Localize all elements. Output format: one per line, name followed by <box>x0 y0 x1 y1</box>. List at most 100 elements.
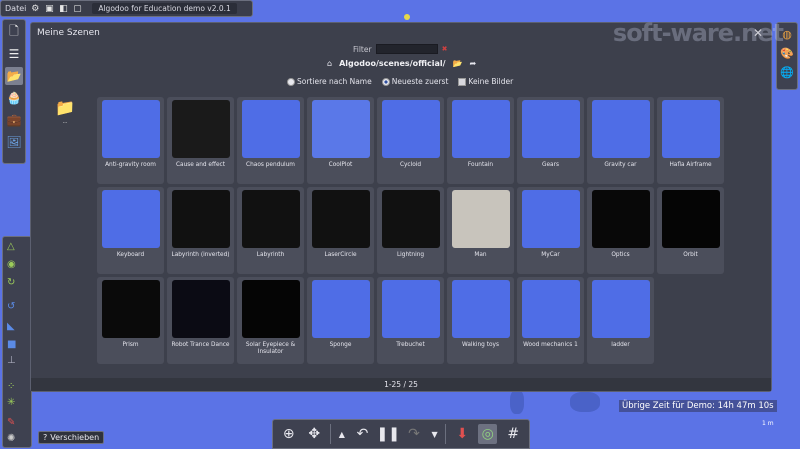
cupcake-icon[interactable]: 🧁 <box>5 89 23 107</box>
gear-tool-icon[interactable]: ✳ <box>7 397 15 408</box>
gear-icon[interactable]: ⚙ <box>30 4 40 14</box>
briefcase-icon[interactable]: 💼 <box>5 111 23 129</box>
current-path: Algodoo/scenes/official/ <box>339 59 446 68</box>
scene-tile[interactable]: Walking toys <box>447 277 514 364</box>
move-icon[interactable]: ✥ <box>305 424 325 444</box>
scene-tile[interactable]: Keyboard <box>97 187 164 274</box>
background-blob <box>404 14 410 20</box>
scene-thumbnail <box>451 100 510 158</box>
palette-icon[interactable]: 🎨 <box>779 45 795 61</box>
filter-input[interactable] <box>375 44 438 54</box>
scene-tile[interactable]: Wood mechanics 1 <box>517 277 584 364</box>
scene-name: ladder <box>611 342 630 348</box>
scene-tile[interactable]: Labyrinth (inverted) <box>167 187 234 274</box>
app-title: Algodoo for Education demo v2.0.1 <box>92 3 237 14</box>
chain-tool-icon[interactable]: ⁘ <box>7 381 15 392</box>
scene-thumbnail <box>171 190 230 248</box>
scene-name: Wood mechanics 1 <box>523 342 578 348</box>
scene-tile[interactable]: Hafla Airframe <box>657 97 724 184</box>
newest-first-radio[interactable] <box>381 77 390 86</box>
undo-icon[interactable]: ↶ <box>353 424 373 444</box>
polygon-tool-icon[interactable]: △ <box>7 241 15 252</box>
new-scene-icon[interactable]: 🗋 <box>5 23 23 41</box>
drag-tool-icon[interactable]: ↺ <box>7 301 15 312</box>
parent-folder[interactable]: 📁 .. <box>51 98 79 125</box>
sort-by-name-radio[interactable] <box>287 77 295 86</box>
box-icon[interactable]: ▢ <box>72 4 82 14</box>
scene-name: CoolPlot <box>328 162 353 168</box>
photo-icon[interactable]: 🖼 <box>5 133 23 151</box>
scene-tile[interactable]: Gravity car <box>587 97 654 184</box>
rotate-tool-icon[interactable]: ↻ <box>7 277 15 288</box>
no-images-checkbox[interactable] <box>458 77 467 86</box>
gravity-icon[interactable]: ⬇ <box>452 424 472 444</box>
scene-tile[interactable]: Chaos pendulum <box>237 97 304 184</box>
scene-thumbnail <box>381 190 440 248</box>
scene-name: Lightning <box>396 252 425 258</box>
file-menu[interactable]: Datei <box>5 4 26 13</box>
clear-filter-icon[interactable]: ✖ <box>442 45 448 53</box>
folder-icon[interactable]: 📂 <box>453 59 463 68</box>
scene-tile[interactable]: Prism <box>97 277 164 364</box>
scene-tile[interactable]: Solar Eyepiece & Insulator <box>237 277 304 364</box>
up-folder-icon: 📁 <box>55 98 75 117</box>
zoom-icon[interactable]: ⊕ <box>279 424 299 444</box>
scene-tile[interactable]: Optics <box>587 187 654 274</box>
scene-tile[interactable]: Cause and effect <box>167 97 234 184</box>
scene-name: Orbit <box>683 252 698 258</box>
laser-tool-icon[interactable]: ✺ <box>7 433 15 444</box>
plane-tool-icon[interactable]: ⊥ <box>7 355 16 366</box>
down-arrow-icon[interactable]: ▼ <box>430 424 440 444</box>
bottom-toolbar: ⊕ ✥ ▲ ↶ ❚❚ ↷ ▼ ⬇ ◎ # <box>272 419 530 449</box>
scene-tile[interactable]: Labyrinth <box>237 187 304 274</box>
scene-tile[interactable]: CoolPlot <box>307 97 374 184</box>
shift-button[interactable]: ? Verschieben <box>38 431 105 444</box>
scene-name: Sponge <box>329 342 352 348</box>
home-icon[interactable]: ⌂ <box>327 59 332 68</box>
scene-name: Fountain <box>467 162 494 168</box>
up-arrow-icon[interactable]: ▲ <box>337 424 347 444</box>
globe-icon[interactable]: 🌐 <box>779 64 795 80</box>
scene-tile[interactable]: Cycloid <box>377 97 444 184</box>
box-tool-icon[interactable]: ■ <box>7 339 16 350</box>
save-icon[interactable]: ▣ <box>44 4 54 14</box>
scene-tile[interactable]: Sponge <box>307 277 374 364</box>
air-friction-icon[interactable]: ◎ <box>477 424 498 444</box>
scale-indicator: 1 m <box>762 420 774 427</box>
scene-tile[interactable]: MyCar <box>517 187 584 274</box>
list-icon[interactable]: ☰ <box>5 45 23 63</box>
circle-tool-icon[interactable]: ◉ <box>7 259 16 270</box>
newest-first-option[interactable]: Neueste zuerst <box>381 77 449 86</box>
window-icon[interactable]: ◧ <box>58 4 68 14</box>
scene-tile[interactable]: Orbit <box>657 187 724 274</box>
pause-icon[interactable]: ❚❚ <box>376 424 399 444</box>
grid-icon[interactable]: # <box>503 424 523 444</box>
newest-first-label: Neueste zuerst <box>391 77 449 86</box>
close-icon[interactable]: ✕ <box>753 26 763 40</box>
no-images-option[interactable]: Keine Bilder <box>458 77 513 86</box>
dialog-title: Meine Szenen <box>37 28 100 38</box>
knife-tool-icon[interactable]: ✎ <box>7 417 15 428</box>
open-folder-icon[interactable]: 📂 <box>5 67 23 85</box>
scene-tile[interactable]: ladder <box>587 277 654 364</box>
spring-tool-icon[interactable]: ◣ <box>7 321 15 332</box>
scene-tile[interactable]: Lightning <box>377 187 444 274</box>
scene-name: Walking toys <box>462 342 499 348</box>
scene-name: Anti-gravity room <box>105 162 156 168</box>
redo-icon[interactable]: ↷ <box>404 424 424 444</box>
sort-by-name-option[interactable]: Sortiere nach Name <box>287 77 372 86</box>
scene-thumbnail <box>241 190 300 248</box>
scene-thumbnail <box>241 100 300 158</box>
scene-tile[interactable]: LaserCircle <box>307 187 374 274</box>
scene-thumbnail <box>101 280 160 338</box>
scene-tile[interactable]: Man <box>447 187 514 274</box>
scene-name: Gears <box>541 162 559 168</box>
scene-tile[interactable]: Gears <box>517 97 584 184</box>
scene-tile[interactable]: Fountain <box>447 97 514 184</box>
scene-thumbnail <box>521 100 580 158</box>
scene-tile[interactable]: Robot Trance Dance <box>167 277 234 364</box>
forward-arrow-icon[interactable]: ➦ <box>470 59 477 68</box>
scene-tile[interactable]: Anti-gravity room <box>97 97 164 184</box>
my-scenes-dialog: Meine Szenen soft-ware.net ✕ Filter ✖ ⌂ … <box>30 19 784 392</box>
scene-tile[interactable]: Trebuchet <box>377 277 444 364</box>
